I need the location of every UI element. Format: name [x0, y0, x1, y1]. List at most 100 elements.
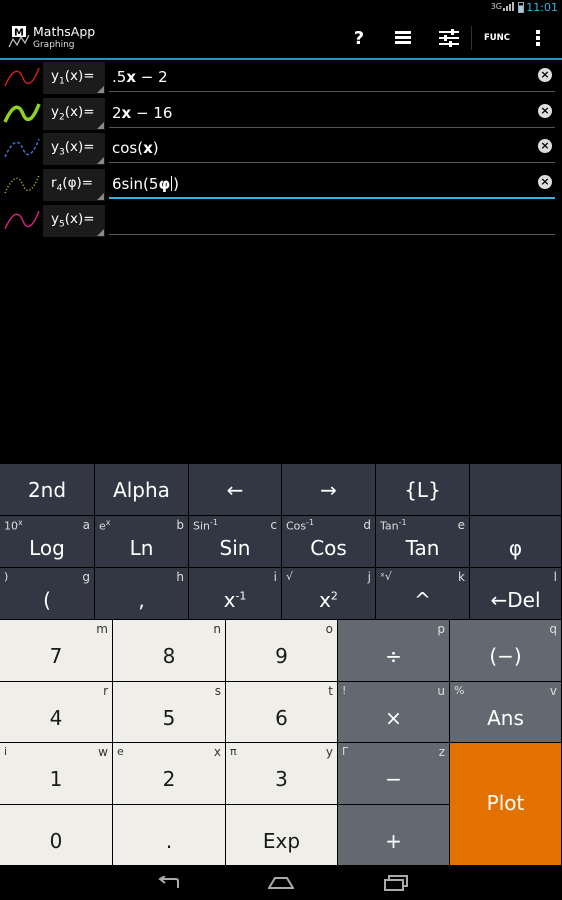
key-alpha[interactable]: Alpha: [95, 464, 189, 516]
key-label: ÷: [385, 644, 402, 668]
key-second-function: i: [4, 745, 8, 758]
line-style-icon[interactable]: [3, 171, 41, 197]
key-label-group: (: [0, 588, 94, 612]
key-label: (: [43, 588, 51, 612]
key-2nd[interactable]: 2nd: [0, 464, 95, 516]
function-type-selector[interactable]: y2(x)=: [43, 98, 105, 130]
function-label: r4(φ)=: [51, 175, 94, 194]
key-second-function: 10x: [4, 518, 23, 533]
function-expression-input[interactable]: [109, 205, 555, 235]
list-icon: [395, 31, 411, 44]
key-4[interactable]: r 4: [0, 682, 113, 743]
expr-part: − 2: [136, 68, 168, 86]
expr-part: cos(: [112, 139, 144, 157]
clear-icon[interactable]: ×: [538, 68, 552, 82]
recent-apps-icon: [384, 875, 408, 891]
fn-name: y: [51, 139, 59, 155]
function-expression-input[interactable]: 6sin(5φ) ×: [109, 169, 555, 199]
key-÷[interactable]: p ÷: [338, 620, 450, 682]
key-row3-0[interactable]: ) g (: [0, 568, 95, 620]
key-row3-3[interactable]: √ j x2: [282, 568, 376, 620]
line-style-icon[interactable]: [3, 135, 41, 161]
function-expression-input[interactable]: 2x − 16 ×: [109, 98, 555, 128]
key-(−)[interactable]: q (−): [450, 620, 562, 682]
key-alpha-letter: k: [458, 570, 465, 584]
line-style-icon[interactable]: [3, 207, 41, 233]
key-Exp[interactable]: Exp: [226, 805, 338, 866]
expression-text: 6sin(5φ): [112, 175, 179, 193]
expr-variable: x: [143, 139, 153, 157]
key-right[interactable]: →: [282, 464, 376, 516]
signal-icon: 3G: [491, 2, 514, 11]
key-+[interactable]: +: [338, 805, 450, 866]
back-button[interactable]: [148, 872, 188, 894]
back-icon: [158, 876, 179, 888]
key-2[interactable]: e x 2: [113, 743, 226, 805]
key-φ[interactable]: φ: [470, 516, 562, 568]
key-alpha-letter: y: [325, 745, 333, 759]
function-type-selector[interactable]: y5(x)=: [43, 205, 105, 237]
key-6[interactable]: t 6: [226, 682, 338, 743]
key-list[interactable]: {L}: [376, 464, 470, 516]
key-3[interactable]: π y 3: [226, 743, 338, 805]
help-button[interactable]: ?: [346, 22, 372, 54]
key-second-function: √: [286, 570, 294, 583]
line-style-icon[interactable]: [3, 100, 41, 126]
function-type-selector[interactable]: y1(x)=: [43, 62, 105, 94]
key-alpha-letter: d: [363, 518, 371, 532]
function-expression-input[interactable]: cos(x) ×: [109, 133, 555, 163]
key-9[interactable]: o 9: [226, 620, 338, 682]
key-blank[interactable]: [470, 464, 562, 516]
function-row: y5(x)=: [0, 203, 562, 239]
key-8[interactable]: n 8: [113, 620, 226, 682]
key-0[interactable]: 0: [0, 805, 113, 866]
key-row3-1[interactable]: h ,: [95, 568, 189, 620]
svg-text:M: M: [14, 28, 24, 39]
clear-icon[interactable]: ×: [538, 104, 552, 118]
plot-button[interactable]: Plot: [450, 743, 562, 866]
clear-icon[interactable]: ×: [538, 175, 552, 189]
key-5[interactable]: s 5: [113, 682, 226, 743]
key-ln[interactable]: ex b Ln: [95, 516, 189, 568]
key-tan[interactable]: Tan-1 e Tan: [376, 516, 470, 568]
function-expression-input[interactable]: .5x − 2 ×: [109, 62, 555, 92]
app-logo-icon[interactable]: M: [8, 25, 30, 49]
function-type-selector[interactable]: y3(x)=: [43, 133, 105, 165]
key-row3-5[interactable]: l ←Del: [470, 568, 562, 620]
function-list-button[interactable]: [390, 22, 416, 54]
key-label: 5: [162, 706, 176, 730]
home-button[interactable]: [261, 872, 301, 894]
second-exponent: x: [18, 518, 23, 527]
key-sin[interactable]: Sin-1 c Sin: [189, 516, 282, 568]
key-label: Log: [29, 536, 65, 560]
key-1[interactable]: i w 1: [0, 743, 113, 805]
func-mode-button[interactable]: FUNC: [482, 22, 512, 54]
recent-apps-button[interactable]: [376, 872, 416, 894]
fn-var: x: [70, 104, 79, 120]
function-label: y5(x)=: [51, 211, 95, 230]
key-row3-2[interactable]: i x-1: [189, 568, 282, 620]
clear-icon[interactable]: ×: [538, 139, 552, 153]
overflow-menu-button[interactable]: [528, 22, 548, 54]
key-cos[interactable]: Cos-1 d Cos: [282, 516, 376, 568]
expr-variable: x: [121, 104, 132, 122]
line-style-icon[interactable]: [3, 64, 41, 90]
key-left[interactable]: ←: [189, 464, 282, 516]
key-−[interactable]: Γ z −: [338, 743, 450, 805]
key-decimal[interactable]: .: [113, 805, 226, 866]
key-×[interactable]: ! u ×: [338, 682, 450, 743]
fn-index: 4: [56, 183, 63, 194]
key-log[interactable]: 10x a Log: [0, 516, 95, 568]
key-Ans[interactable]: % v Ans: [450, 682, 562, 743]
key-alpha-letter: j: [367, 570, 371, 584]
fn-name: y: [51, 211, 59, 227]
function-type-selector[interactable]: r4(φ)=: [43, 169, 105, 201]
settings-button[interactable]: [435, 22, 463, 54]
function-label: y1(x)=: [51, 68, 95, 87]
key-7[interactable]: m 7: [0, 620, 113, 682]
key-row3-4[interactable]: ˣ√ k ^: [376, 568, 470, 620]
expression-text: .5x − 2: [112, 68, 168, 86]
fn-index: 1: [59, 76, 65, 87]
key-label: Cos: [310, 536, 347, 560]
key-alpha-letter: p: [437, 622, 445, 636]
